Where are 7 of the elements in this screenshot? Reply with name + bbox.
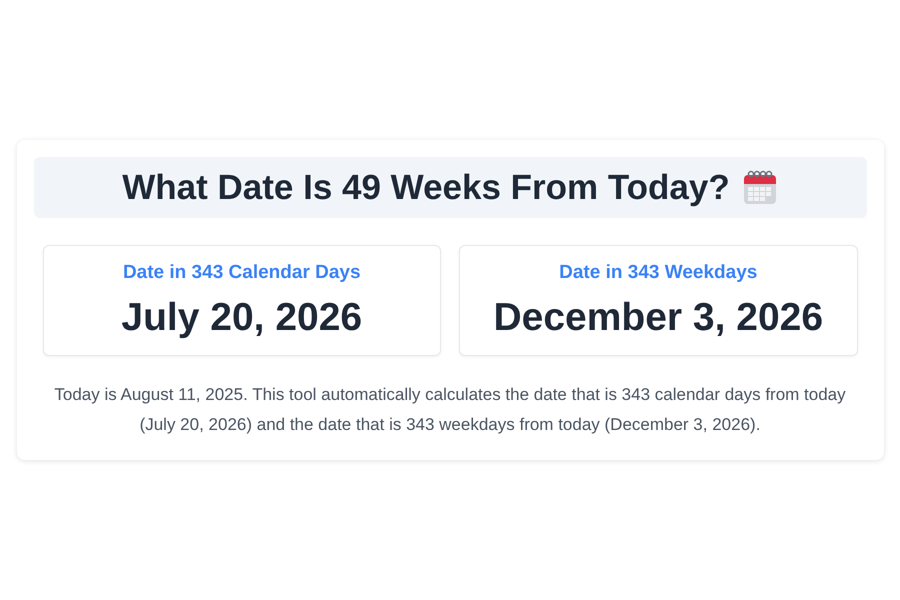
page-title: What Date Is 49 Weeks From Today? [122,168,730,208]
result-label: Date in 343 Weekdays [559,262,758,284]
description-text: Today is August 11, 2025. This tool automatically calculates the date that is 343 calendar days from today (July 20, 2026) and the date that is 343 weekdays from today (December 3, 2026). [53,384,847,436]
result-label: Date in 343 Calendar Days [122,262,361,284]
result-date: December 3, 2026 [493,296,824,340]
calendar-icon [742,170,778,206]
result-date: July 20, 2026 [121,296,362,340]
